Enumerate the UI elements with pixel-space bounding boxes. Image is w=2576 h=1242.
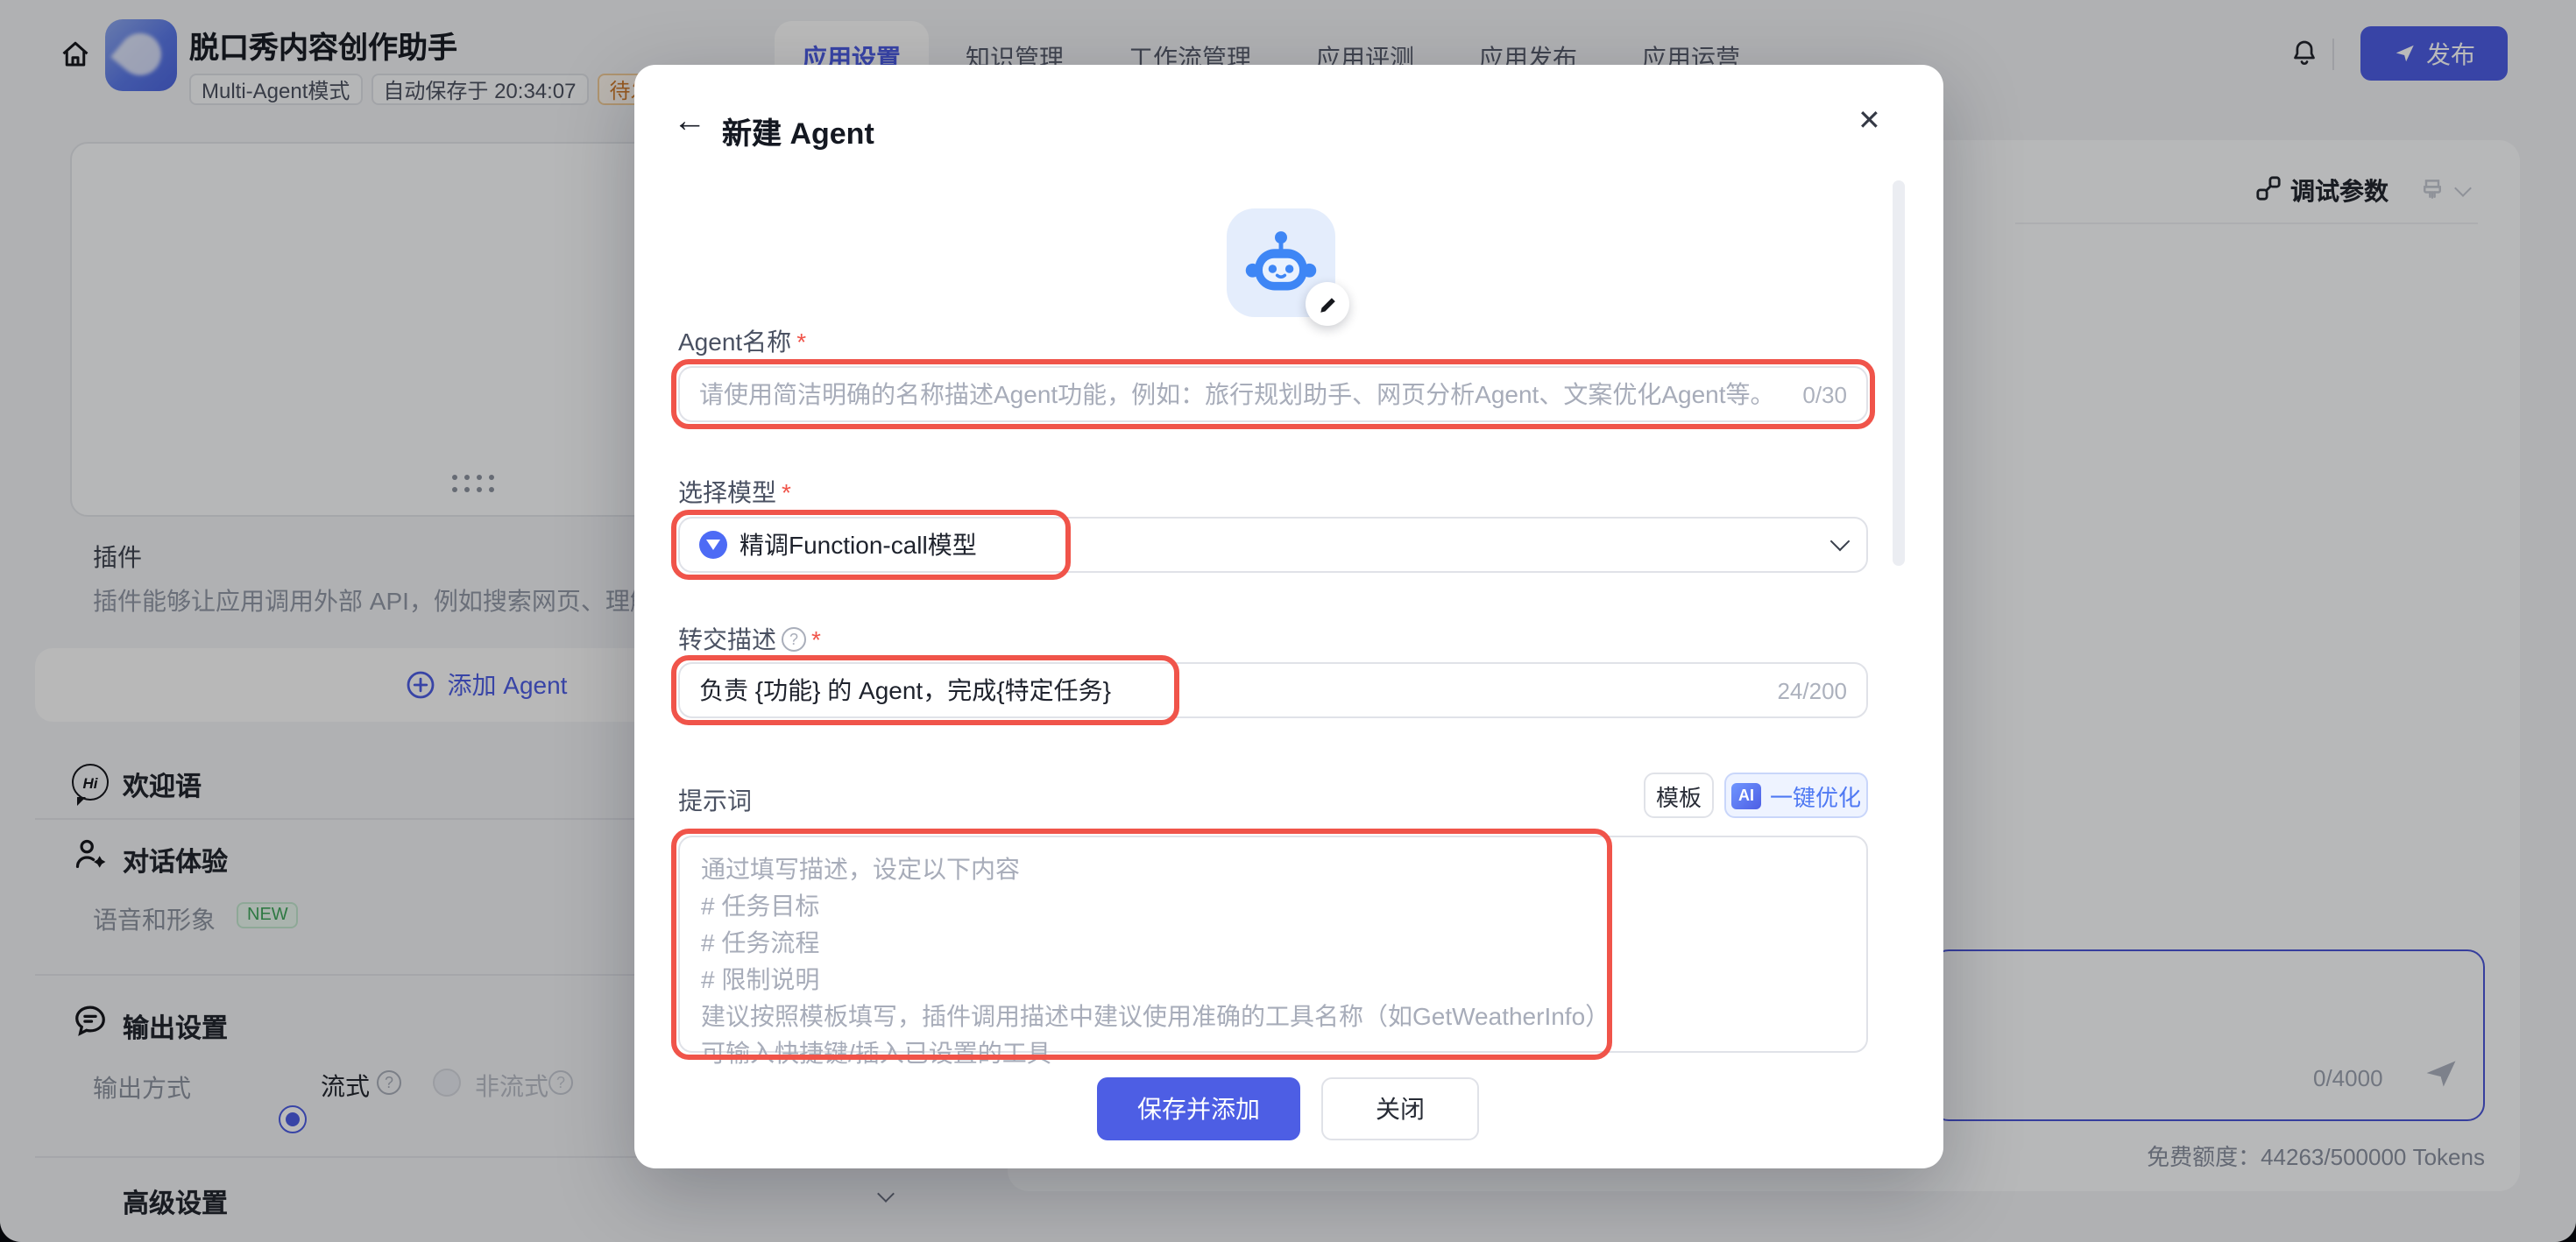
prompt-label: 提示词 bbox=[678, 783, 752, 818]
modal-scrollbar[interactable] bbox=[1893, 180, 1905, 566]
model-chip: 精调Function-call模型 bbox=[699, 527, 977, 562]
close-button[interactable]: 关闭 bbox=[1321, 1077, 1479, 1140]
select-chevron-down-icon bbox=[1830, 532, 1851, 552]
handoff-desc-label: 转交描述 ? * bbox=[678, 622, 821, 657]
save-and-add-button[interactable]: 保存并添加 bbox=[1097, 1077, 1300, 1140]
back-icon[interactable]: ← bbox=[673, 103, 706, 142]
handoff-help-icon[interactable]: ? bbox=[782, 627, 806, 652]
template-button[interactable]: 模板 bbox=[1644, 773, 1714, 818]
prompt-placeholder: 通过填写描述，设定以下内容 # 任务目标 # 任务流程 # 限制说明 建议按照模… bbox=[680, 837, 1866, 1086]
name-char-counter: 0/30 bbox=[1802, 381, 1847, 407]
handoff-desc-input[interactable]: 负责 {功能} 的 Agent，完成{特定任务} 24/200 bbox=[678, 662, 1868, 718]
agent-name-input[interactable]: 请使用简洁明确的名称描述Agent功能，例如：旅行规划助手、网页分析Agent、… bbox=[678, 366, 1868, 422]
modal-title: 新建 Agent bbox=[722, 109, 874, 152]
model-select-label: 选择模型* bbox=[678, 475, 791, 510]
robot-icon bbox=[1244, 226, 1318, 300]
ai-badge-icon: AI bbox=[1731, 782, 1761, 808]
ai-optimize-button[interactable]: AI 一键优化 bbox=[1724, 773, 1868, 818]
pencil-icon bbox=[1317, 293, 1338, 314]
close-icon[interactable]: ✕ bbox=[1858, 103, 1881, 138]
model-logo-icon bbox=[699, 531, 727, 559]
app-window: 脱口秀内容创作助手 Multi-Agent模式 自动保存于 20:34:07 待… bbox=[0, 0, 2576, 1242]
agent-name-label: Agent名称* bbox=[678, 324, 806, 359]
edit-avatar-button[interactable] bbox=[1306, 282, 1349, 326]
handoff-char-counter: 24/200 bbox=[1777, 677, 1847, 703]
prompt-textarea[interactable]: 通过填写描述，设定以下内容 # 任务目标 # 任务流程 # 限制说明 建议按照模… bbox=[678, 836, 1868, 1053]
new-agent-modal: ← 新建 Agent ✕ Agent名称* 请使用简洁明确的名称描述Ag bbox=[634, 65, 1943, 1168]
model-select[interactable]: 精调Function-call模型 bbox=[678, 517, 1868, 573]
